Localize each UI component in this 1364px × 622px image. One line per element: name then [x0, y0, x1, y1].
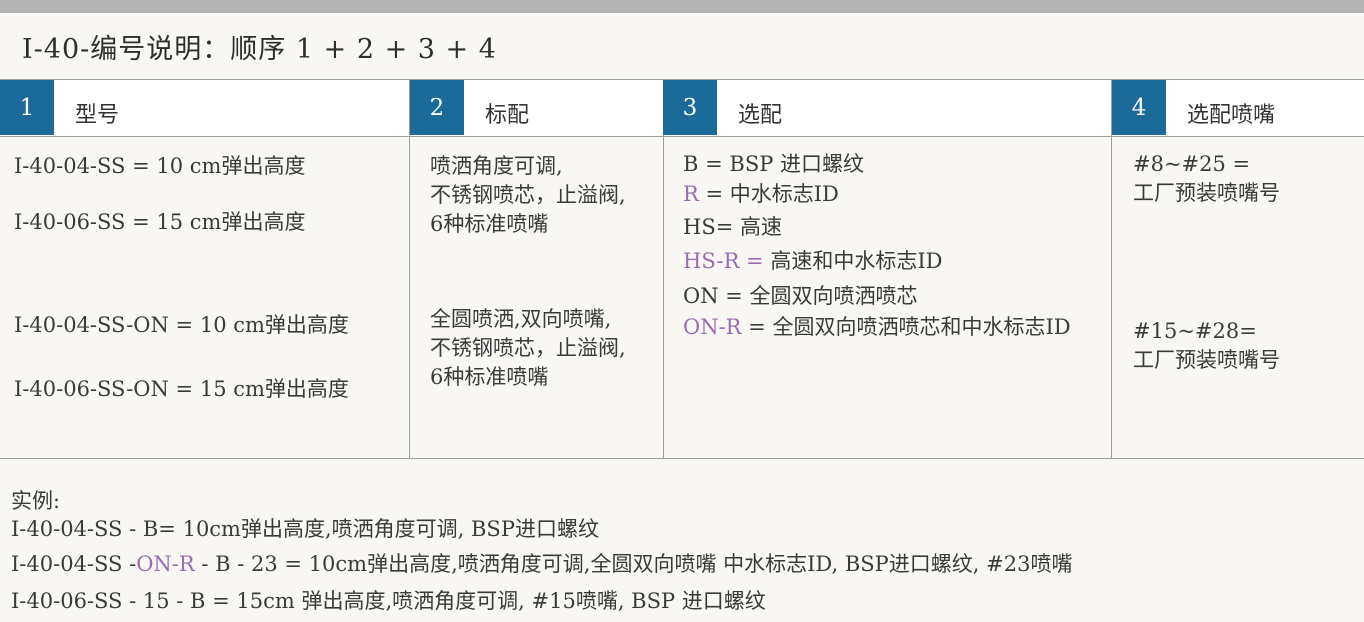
divider	[0, 458, 1364, 459]
option-line: B = BSP 进口螺纹	[683, 150, 864, 179]
option-code: ON	[683, 284, 719, 308]
example-highlight: ON-R	[136, 552, 195, 576]
model-line: I-40-04-SS = 10 cm弹出高度	[14, 154, 306, 178]
column-number-badge: 4	[1112, 80, 1166, 135]
standard-line: 不锈钢喷芯，止溢阀,	[430, 183, 626, 207]
standard-line: 不锈钢喷芯，止溢阀,	[430, 336, 626, 360]
column-number-badge: 3	[663, 80, 717, 135]
option-line: HS-R = 高速和中水标志ID	[683, 247, 942, 276]
examples-heading: 实例:	[11, 489, 61, 513]
example-line: I-40-06-SS - 15 - B = 15cm 弹出高度,喷洒角度可调, …	[11, 589, 766, 613]
standard-line: 6种标准喷嘴	[430, 365, 549, 389]
example-line: I-40-04-SS - B= 10cm弹出高度,喷洒角度可调, BSP进口螺纹	[11, 517, 599, 541]
option-line: HS= 高速	[683, 213, 782, 242]
column-divider	[1111, 79, 1112, 459]
column-header-nozzle: 选配喷嘴	[1187, 103, 1276, 128]
column-number-badge: 1	[0, 80, 54, 135]
standard-line: 6种标准喷嘴	[430, 212, 549, 236]
top-bar	[0, 0, 1364, 13]
column-divider	[409, 79, 410, 459]
page-title: I-40-编号说明：顺序 1 + 2 + 3 + 4	[22, 34, 497, 65]
option-code: B	[683, 152, 699, 176]
nozzle-line: 工厂预装喷嘴号	[1133, 181, 1280, 205]
example-code: I-40-04-SS -	[11, 552, 137, 576]
example-line: I-40-04-SS -ON-R - B - 23 = 10cm弹出高度,喷洒角…	[11, 548, 1072, 578]
standard-line: 喷洒角度可调,	[430, 154, 563, 178]
option-code: HS	[683, 215, 716, 239]
column-header-model: 型号	[75, 103, 120, 128]
nozzle-line: 工厂预装喷嘴号	[1133, 348, 1280, 372]
nozzle-line: #15~#28=	[1133, 319, 1257, 343]
option-desc: = BSP 进口螺纹	[698, 152, 865, 176]
option-desc: = 全圆双向喷洒喷芯和中水标志ID	[741, 315, 1071, 339]
option-line: R = 中水标志ID	[683, 180, 839, 209]
column-header-standard: 标配	[485, 103, 530, 128]
option-code: HS-R =	[683, 249, 764, 273]
model-line: I-40-04-SS-ON = 10 cm弹出高度	[14, 313, 349, 337]
column-divider	[663, 79, 664, 459]
option-line: ON-R = 全圆双向喷洒喷芯和中水标志ID	[683, 313, 1071, 342]
model-line: I-40-06-SS = 15 cm弹出高度	[14, 210, 306, 234]
option-desc: = 高速	[715, 215, 782, 239]
column-header-options: 选配	[738, 103, 783, 128]
option-code: ON-R	[683, 315, 742, 339]
model-line: I-40-06-SS-ON = 15 cm弹出高度	[14, 377, 349, 401]
nozzle-line: #8~#25 =	[1133, 152, 1251, 176]
option-line: ON = 全圆双向喷洒喷芯	[683, 282, 918, 311]
column-number-badge: 2	[410, 80, 464, 135]
divider	[0, 136, 1364, 137]
option-desc: = 全圆双向喷洒喷芯	[718, 284, 918, 308]
example-desc: - B - 23 = 10cm弹出高度,喷洒角度可调,全圆双向喷嘴 中水标志ID…	[194, 552, 1073, 576]
option-code: R	[683, 182, 699, 206]
option-desc: 高速和中水标志ID	[763, 249, 943, 273]
standard-line: 全圆喷洒,双向喷嘴,	[430, 307, 612, 331]
option-desc: = 中水标志ID	[698, 182, 839, 206]
